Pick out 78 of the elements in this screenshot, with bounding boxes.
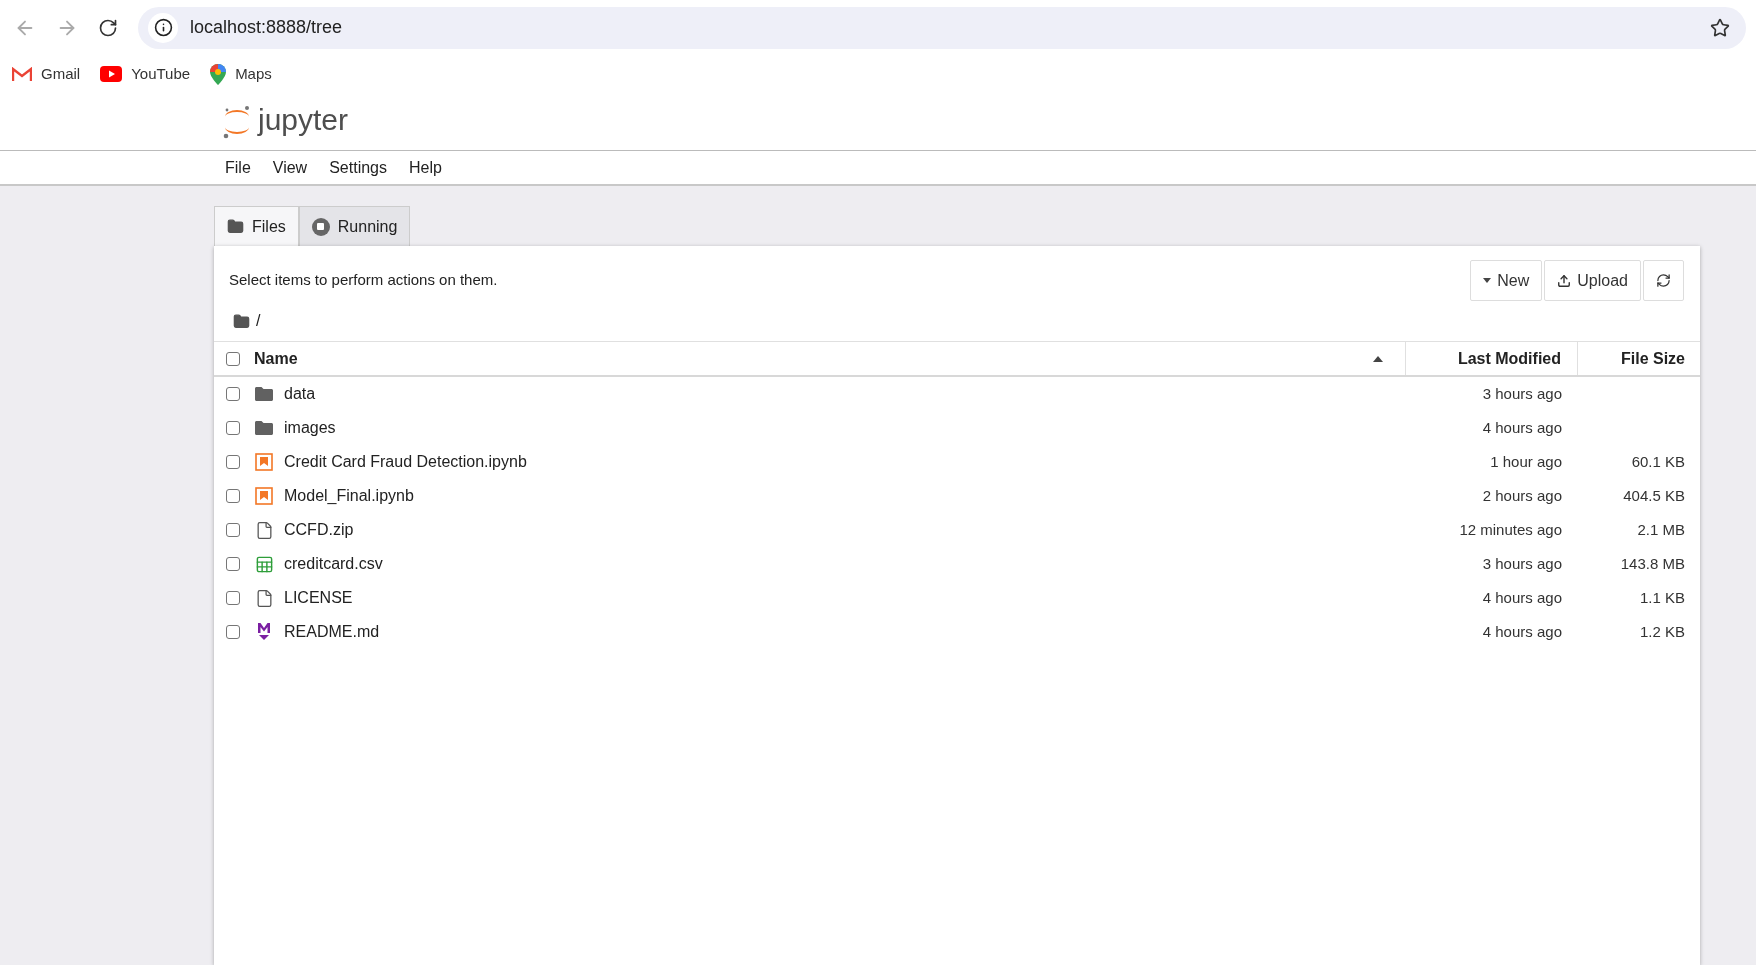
play-icon [100,66,123,82]
address-bar[interactable]: localhost:8888/tree [138,6,1746,49]
caret-icon [1483,278,1492,283]
file-name[interactable]: creditcard.csv [284,552,383,576]
bookmark-star-icon[interactable] [1710,17,1730,38]
checkbox[interactable] [226,489,240,503]
checkbox[interactable] [226,591,240,605]
refresh-icon [1656,273,1671,288]
file-name[interactable]: LICENSE [284,586,353,610]
file-row[interactable]: LICENSE 4 hours ago 1.1 KB [214,581,1700,615]
checkbox[interactable] [226,625,240,639]
checkbox[interactable] [226,523,240,537]
file-size: 1.2 KB [1639,621,1685,642]
notebook-icon [255,487,273,505]
notebook-icon [255,453,273,471]
file-row[interactable]: Model_Final.ipynb 2 hours ago 404.5 KB [214,479,1700,513]
mail-icon [12,66,32,82]
checkbox[interactable] [226,421,240,435]
folder-icon [255,387,273,401]
breadcrumb-path[interactable]: / [256,309,261,333]
checkbox[interactable] [226,387,240,401]
logo-text: jupyter [258,104,349,138]
site-info-icon[interactable] [148,12,178,43]
file-size: 1.1 KB [1639,587,1685,608]
spreadsheet-icon [254,554,274,574]
checkbox[interactable] [226,455,240,469]
file-row[interactable]: README.md 4 hours ago 1.2 KB [214,615,1700,649]
tab[interactable]: Files [214,206,299,246]
file-name[interactable]: data [284,382,316,406]
file-size: 60.1 KB [1631,451,1685,472]
modified-time: 4 hours ago [1482,587,1562,608]
column-header[interactable]: Name [254,346,298,371]
modified-time: 2 hours ago [1482,485,1562,506]
upload-icon [1557,273,1572,288]
modified-time: 4 hours ago [1482,621,1562,642]
bookmark-link[interactable]: Gmail [12,62,81,86]
file-name[interactable]: README.md [284,620,380,644]
bookmark-link[interactable]: YouTube [100,62,191,86]
modified-time: 12 minutes ago [1459,519,1562,540]
column-header[interactable]: File Size [1620,346,1685,371]
menu-item[interactable]: Help [399,155,452,180]
folder-icon [227,218,244,235]
file-row[interactable]: Credit Card Fraud Detection.ipynb 1 hour ago 60.1 KB [214,445,1700,479]
menu-item[interactable]: File [215,155,261,180]
file-size: 143.8 MB [1620,553,1685,574]
file-name[interactable]: Credit Card Fraud Detection.ipynb [284,450,527,474]
menu-item[interactable]: Settings [319,155,397,180]
reload-icon[interactable] [98,17,118,38]
file-name[interactable]: Model_Final.ipynb [284,484,414,508]
file-row[interactable]: data 3 hours ago [214,377,1700,411]
tab[interactable]: Running [298,206,411,246]
sort-ascending-icon[interactable] [1373,355,1383,362]
hint-text: Select items to perform actions on them. [229,270,498,291]
bookmark-link[interactable]: Maps [210,62,272,86]
url-text: localhost:8888/tree [190,16,344,39]
file-name[interactable]: images [284,416,336,440]
folder-icon[interactable] [233,312,250,330]
upload-button[interactable]: Upload [1544,260,1641,301]
modified-time: 3 hours ago [1482,553,1562,574]
markdown-icon [256,622,272,642]
file-row[interactable]: CCFD.zip 12 minutes ago 2.1 MB [214,513,1700,547]
refresh-button[interactable] [1643,260,1684,301]
modified-time: 3 hours ago [1482,383,1562,404]
file-row[interactable]: images 4 hours ago [214,411,1700,445]
file-name[interactable]: CCFD.zip [284,518,354,542]
modified-time: 4 hours ago [1482,417,1562,438]
checkbox[interactable] [226,557,240,571]
column-header[interactable]: Last Modified [1457,346,1561,371]
checkbox[interactable] [226,351,240,366]
file-row[interactable]: creditcard.csv 3 hours ago 143.8 MB [214,547,1700,581]
logo-mark-icon [222,104,252,139]
map-pin-icon [210,63,227,85]
modified-time: 1 hour ago [1490,451,1562,472]
file-size: 404.5 KB [1623,485,1685,506]
menu-item[interactable]: View [262,155,318,180]
folder-icon [255,421,273,435]
new-button[interactable]: New [1470,260,1543,301]
file-size: 2.1 MB [1637,519,1685,540]
